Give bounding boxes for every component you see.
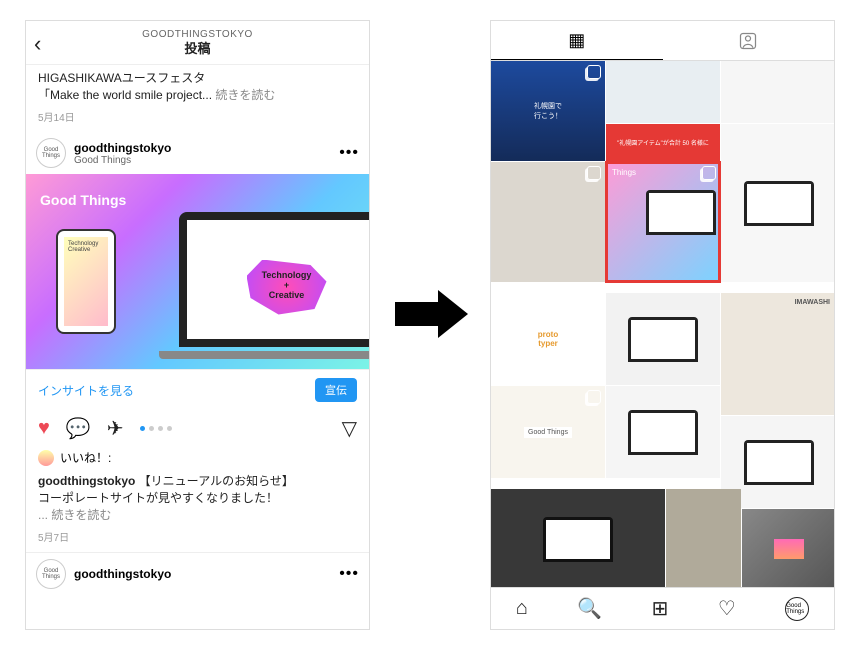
liker-avatar <box>38 450 54 466</box>
prev-post-caption: HIGASHIKAWAユースフェスタ 「Make the world smile… <box>26 65 369 107</box>
share-icon[interactable]: ✈ <box>107 416 124 441</box>
header-account: GOODTHINGSTOKYO <box>142 29 253 41</box>
avatar[interactable]: Good Things <box>36 559 66 589</box>
avatar[interactable]: Good Things <box>36 138 66 168</box>
insight-row: インサイトを見る 宣伝 <box>26 369 369 410</box>
grid-tile[interactable] <box>721 61 834 123</box>
caption-username[interactable]: goodthingstokyo <box>38 474 135 488</box>
header-page: 投稿 <box>142 41 253 57</box>
grid-tile[interactable]: Good Things <box>491 386 605 478</box>
tab-tagged[interactable] <box>663 21 835 60</box>
back-icon[interactable]: ‹ <box>34 31 41 57</box>
grid-tile[interactable]: 礼幌園で 行こう！ <box>491 61 605 161</box>
header-title: GOODTHINGSTOKYO 投稿 <box>142 29 253 57</box>
grid-tile[interactable]: proto typer <box>491 293 605 385</box>
carousel-indicator <box>140 426 172 431</box>
carousel-icon <box>587 390 601 404</box>
grid-tile[interactable] <box>606 61 720 123</box>
phone-post-detail: ‹ GOODTHINGSTOKYO 投稿 HIGASHIKAWAユースフェスタ … <box>25 20 370 630</box>
phone-explore-grid: ▦ 礼幌園で 行こう！ "礼幌園アイテム"が合計 50 名様に Things p… <box>490 20 835 630</box>
comment-icon[interactable]: 💬 <box>66 416 91 441</box>
brand-logo: Good Things <box>40 192 126 208</box>
grid-tile[interactable] <box>491 162 605 282</box>
prev-post-date: 5月14日 <box>26 107 369 132</box>
carousel-icon <box>587 65 601 79</box>
carousel-icon <box>702 166 716 180</box>
post-caption: goodthingstokyo 【リニューアルのお知らせ】 コーポレートサイトが… <box>26 468 369 527</box>
grid-tile[interactable] <box>721 124 834 282</box>
nav-activity-icon[interactable]: ♡ <box>718 596 736 621</box>
nav-search-icon[interactable]: 🔍 <box>577 596 602 621</box>
bottom-nav: ⌂ 🔍 ⊞ ♡ Good Things <box>491 587 834 629</box>
post-date: 5月7日 <box>26 527 369 552</box>
grid-tile-highlighted[interactable]: Things <box>606 162 720 282</box>
carousel-icon <box>587 166 601 180</box>
likes-row[interactable]: いいね！: <box>26 447 369 468</box>
arrow-icon <box>395 290 470 338</box>
account-names: goodthingstokyo Good Things <box>74 141 171 166</box>
tab-grid[interactable]: ▦ <box>491 21 663 60</box>
header: ‹ GOODTHINGSTOKYO 投稿 <box>26 21 369 65</box>
more-options-icon[interactable]: ••• <box>339 144 359 162</box>
nav-create-icon[interactable]: ⊞ <box>652 596 669 621</box>
mock-laptop: Technology + Creative <box>179 212 369 347</box>
bookmark-icon[interactable]: ▽ <box>342 416 357 441</box>
grid-tile[interactable] <box>606 293 720 385</box>
grid-tile[interactable]: "礼幌園アイテム"が合計 50 名様に <box>606 124 720 161</box>
like-icon[interactable]: ♥ <box>38 417 50 440</box>
grid-tile[interactable]: IMAWASHI <box>721 293 834 415</box>
explore-tabs: ▦ <box>491 21 834 61</box>
next-post-account[interactable]: Good Things goodthingstokyo ••• <box>26 552 369 595</box>
view-insights-link[interactable]: インサイトを見る <box>38 382 134 399</box>
more-options-icon[interactable]: ••• <box>339 565 359 583</box>
promote-button[interactable]: 宣伝 <box>315 378 357 402</box>
more-link[interactable]: 続きを読む <box>215 88 275 102</box>
mock-phone: Technology Creative <box>56 229 116 334</box>
caption-more[interactable]: ... 続きを読む <box>38 508 111 522</box>
likes-label: いいね！: <box>60 449 111 466</box>
grid-tile[interactable] <box>742 509 834 589</box>
grid-tile[interactable] <box>606 386 720 478</box>
grid-tile[interactable] <box>491 489 665 589</box>
account-subtitle: Good Things <box>74 155 171 166</box>
grid-tile[interactable] <box>666 489 741 589</box>
post-account-row[interactable]: Good Things goodthingstokyo Good Things … <box>26 132 369 174</box>
nav-home-icon[interactable]: ⌂ <box>516 597 528 620</box>
explore-grid: 礼幌園で 行こう！ "礼幌園アイテム"が合計 50 名様に Things pro… <box>491 61 834 589</box>
nav-profile-icon[interactable]: Good Things <box>785 597 809 621</box>
action-bar: ♥ 💬 ✈ ▽ <box>26 410 369 447</box>
post-image[interactable]: Good Things Technology Creative Technolo… <box>26 174 369 369</box>
username[interactable]: goodthingstokyo <box>74 141 171 155</box>
username[interactable]: goodthingstokyo <box>74 567 171 581</box>
